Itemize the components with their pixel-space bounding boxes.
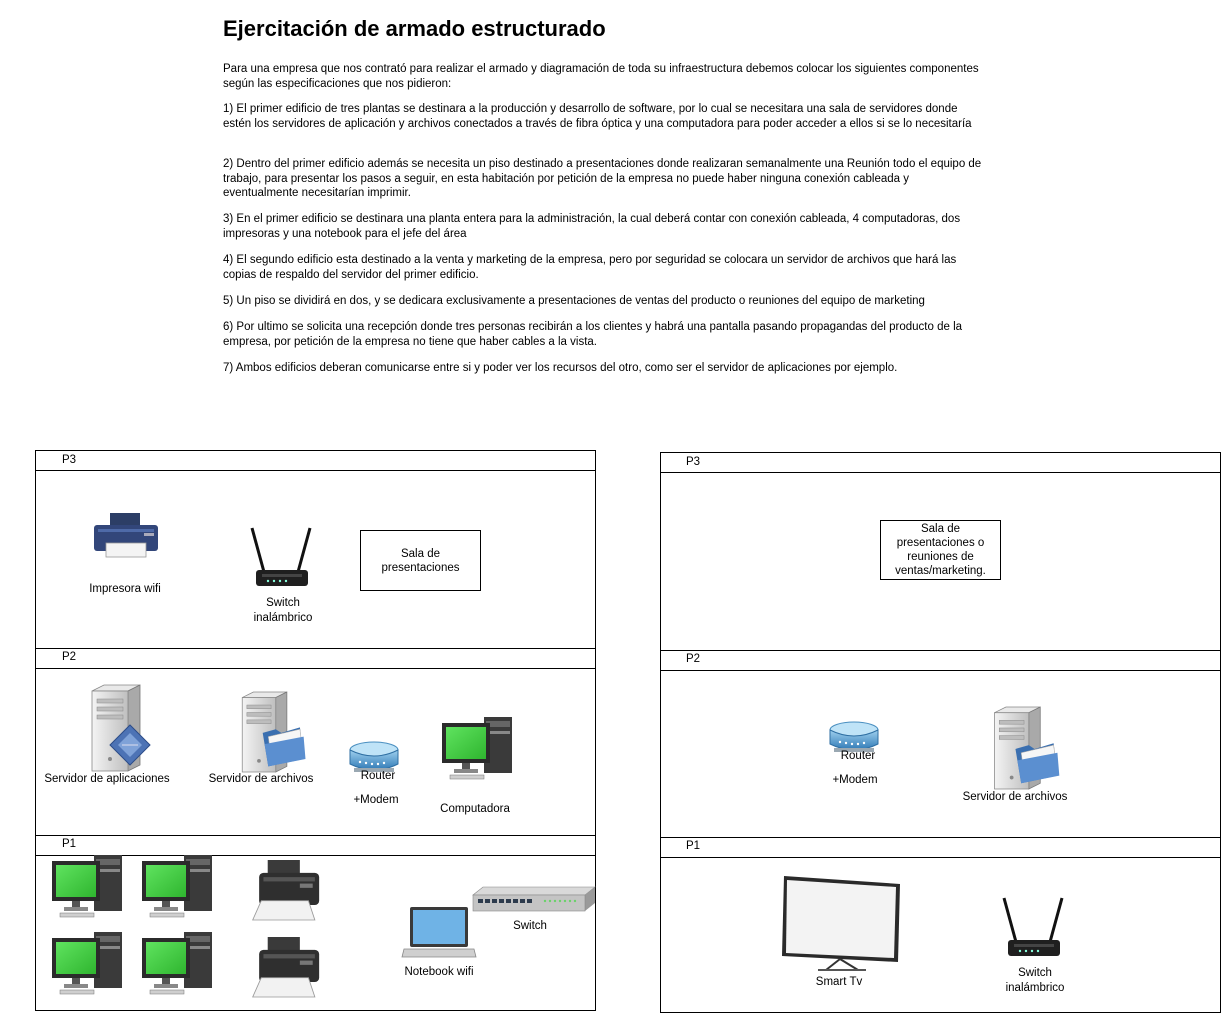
router-label: Router <box>840 750 876 762</box>
spec-item-2: 2) Dentro del primer edificio además se … <box>223 158 982 199</box>
floor-label-p2: P2 <box>686 653 701 665</box>
computer-icon-3 <box>51 931 123 995</box>
switch-label: Switch <box>513 920 547 932</box>
file-server-icon <box>241 691 306 773</box>
spec-item-5: 5) Un piso se dividirá en dos, y se dedi… <box>223 295 925 307</box>
wireless-switch-label-line1: Switch <box>266 597 300 609</box>
computer-icon-2 <box>141 854 213 918</box>
floor-label-p3: P3 <box>62 454 77 466</box>
file-server-label: Servidor de archivos <box>962 791 1068 803</box>
file-server-icon <box>994 706 1060 790</box>
presentation-room-label: Sala de presentaciones <box>381 547 460 574</box>
wireless-switch-icon <box>250 526 312 588</box>
wireless-switch-label-line2: inalámbrico <box>1005 982 1065 994</box>
floor-area-p2 <box>660 670 1221 838</box>
floor-label-p1: P1 <box>62 838 77 850</box>
computer-label: Computadora <box>440 803 510 815</box>
page-title: Ejercitación de armado estructurado <box>223 16 606 41</box>
floor-header-p1 <box>35 835 596 856</box>
sales-presentation-room: Sala de presentaciones o reuniones de ve… <box>880 520 1001 580</box>
notebook-label: Notebook wifi <box>404 966 474 978</box>
app-server-icon <box>91 684 151 772</box>
floor-header-p3 <box>35 450 596 471</box>
computer-icon <box>441 716 513 780</box>
presentation-room: Sala de presentaciones <box>360 530 481 591</box>
smart-tv-label: Smart Tv <box>815 976 863 988</box>
sales-presentation-room-label: Sala de presentaciones o reuniones de ve… <box>895 523 986 577</box>
computer-icon-1 <box>51 854 123 918</box>
wireless-switch-label-line1: Switch <box>1018 967 1052 979</box>
switch-icon <box>472 886 596 912</box>
smart-tv-icon <box>782 876 900 971</box>
spec-item-7: 7) Ambos edificios deberan comunicarse e… <box>223 362 898 374</box>
wireless-switch-label-line2: inalámbrico <box>253 612 313 624</box>
notebook-icon <box>401 907 477 958</box>
modem-label: +Modem <box>832 774 878 786</box>
router-label: Router <box>360 770 396 782</box>
spec-item-1: 1) El primer edificio de tres plantas se… <box>223 103 972 130</box>
floor-area-p1 <box>660 857 1221 1013</box>
floor-header-p2 <box>660 650 1221 671</box>
floor-header-p2 <box>35 648 596 669</box>
printer-icon-2 <box>252 936 320 998</box>
wifi-printer-icon <box>94 513 158 558</box>
floor-header-p3 <box>660 452 1221 473</box>
floor-label-p2: P2 <box>62 651 77 663</box>
computer-icon-4 <box>141 931 213 995</box>
modem-label: +Modem <box>353 794 399 806</box>
floor-label-p3: P3 <box>686 456 701 468</box>
intro-paragraph: Para una empresa que nos contrató para r… <box>223 63 979 90</box>
printer-icon-1 <box>252 859 320 921</box>
spec-item-6: 6) Por ultimo se solicita una recepción … <box>223 321 963 348</box>
spec-item-4: 4) El segundo edificio esta destinado a … <box>223 254 957 281</box>
spec-item-3: 3) En el primer edificio se destinara un… <box>223 213 961 240</box>
wifi-printer-label: Impresora wifi <box>89 583 161 595</box>
file-server-label: Servidor de archivos <box>208 773 314 785</box>
floor-label-p1: P1 <box>686 840 701 852</box>
app-server-label: Servidor de aplicaciones <box>44 773 170 785</box>
floor-header-p1 <box>660 837 1221 858</box>
wireless-switch-icon <box>1002 896 1064 958</box>
